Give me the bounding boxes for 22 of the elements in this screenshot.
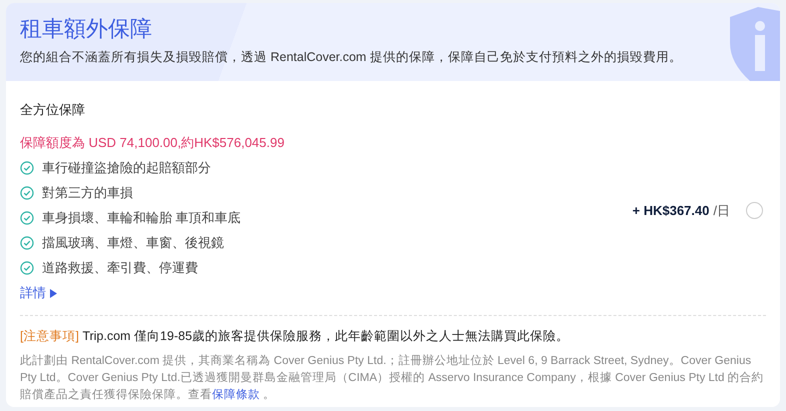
check-circle-icon — [20, 236, 34, 250]
price-unit: /日 — [713, 202, 730, 220]
section-description: 您的組合不涵蓋所有損失及損毀賠償，透過 RentalCover.com 提供的保障，保障自己免於支付預料之外的損毀費用。 — [20, 49, 683, 66]
check-circle-icon — [20, 161, 34, 175]
plan-name: 全方位保障 — [20, 101, 86, 119]
check-circle-icon — [20, 211, 34, 225]
section-title: 租車額外保障 — [20, 15, 153, 43]
feature-text: 對第三方的車損 — [42, 184, 133, 202]
notice-text: [注意事項] Trip.com 僅向19-85歲的旅客提供保險服務，此年齡範圍以外之人士無法購買此保險。 — [20, 328, 570, 345]
feature-text: 車身損壞、車輪和輪胎 車頂和車底 — [42, 209, 241, 227]
terms-link[interactable]: 保障條款 — [212, 389, 260, 401]
feature-text: 擋風玻璃、車燈、車窗、後視鏡 — [42, 234, 224, 252]
feature-text: 道路救援、牽引費、停運費 — [42, 259, 198, 277]
disclaimer-text: 此計劃由 RentalCover.com 提供，其商業名稱為 Cover Genius Pty Ltd.；註冊辦公地址位於 Level 6, 9 Barrack Street, Sydney。Cover Genius Pty Ltd。Cover Genius Pty Ltd.已透過獲開曼群島金融管理局（CIMA）授權的 Asservo Insurance Company，根據 Cover Genius Pty Ltd 的合約賠償產品之責任獲得保險保障。查看保障條款 。 — [20, 353, 765, 403]
coverage-amount: 保障額度為 USD 74,100.00,約HK$576,045.99 — [20, 134, 286, 152]
feature-text: 車行碰撞盜搶險的起賠額部分 — [42, 159, 211, 177]
check-circle-icon — [20, 186, 34, 200]
caret-icon — [50, 288, 57, 298]
check-circle-icon — [20, 261, 34, 275]
radio-button[interactable] — [746, 202, 763, 219]
price: + HK$367.40 — [632, 203, 710, 218]
details-link[interactable]: 詳情 — [20, 284, 57, 302]
